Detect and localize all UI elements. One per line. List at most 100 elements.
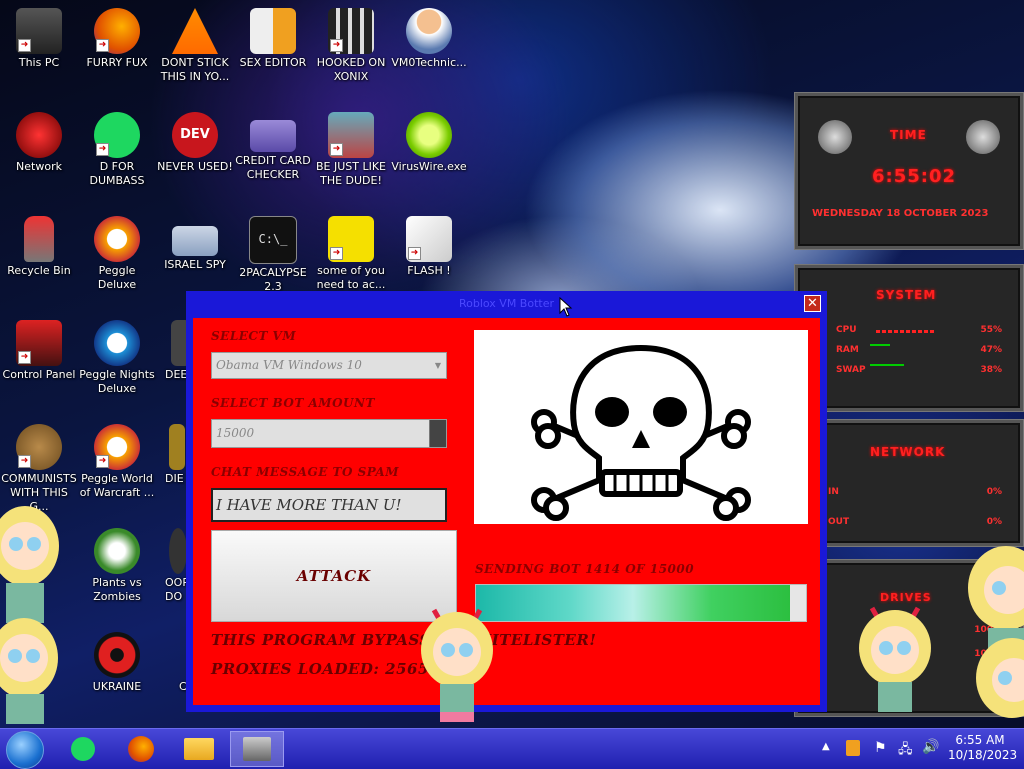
icon-label: FLASH !	[407, 264, 451, 277]
peggle-nights-icon	[94, 320, 140, 366]
desktop-icon-sex-editor[interactable]: SEX EDITOR	[235, 8, 311, 70]
icon-label: NEVER USED!	[157, 160, 233, 173]
network-panel: NETWORK IN 0% OUT 0%	[795, 420, 1023, 546]
desktop-icon-never-used[interactable]: DEV NEVER USED!	[157, 112, 233, 174]
start-button[interactable]	[6, 731, 44, 769]
desktop-icon-die[interactable]: DIE	[157, 424, 187, 486]
icon-label: Peggle World of Warcraft ...	[79, 472, 155, 499]
chat-message-label: CHAT MESSAGE TO SPAM	[211, 465, 400, 479]
icon-label: ISRAEL SPY	[164, 258, 226, 271]
desktop-icon-peggle-wow[interactable]: ➜ Peggle World of Warcraft ...	[79, 424, 155, 500]
ram-label: RAM	[836, 345, 859, 355]
swap-bar	[870, 364, 904, 366]
cpu-label: CPU	[836, 325, 857, 335]
vlc-cone-icon	[172, 8, 218, 54]
stepper-arrows-icon[interactable]	[429, 420, 446, 447]
icon-label: Plants vs Zombies	[92, 576, 142, 603]
chevron-up-icon[interactable]: ▲	[822, 741, 830, 752]
attack-button-label: ATTACK	[296, 567, 372, 585]
chat-message-value: I HAVE MORE THAN U!	[216, 496, 402, 514]
desktop-icon-control-panel[interactable]: ➜ Control Panel	[1, 320, 77, 382]
network-title: NETWORK	[870, 445, 946, 459]
desktop-icon-vm0technic[interactable]: VM0Technic...	[391, 8, 467, 70]
flag-icon[interactable]: ⚑	[874, 740, 887, 756]
window-title[interactable]: Roblox VM Botter	[186, 293, 827, 315]
desktop-icon-dont-stick[interactable]: DONT STICK THIS IN YO...	[157, 8, 233, 84]
cartoon-girl-sticker-left-top	[0, 506, 59, 623]
clock-date: 10/18/2023	[948, 748, 1018, 762]
icon-label: Peggle Deluxe	[97, 264, 137, 291]
taskbar-active-app[interactable]	[230, 731, 284, 767]
desktop-icon-peggle-nights[interactable]: Peggle Nights Deluxe	[79, 320, 155, 396]
clock-time: 6:55 AM	[955, 733, 1005, 747]
icon-label: BE JUST LIKE THE DUDE!	[315, 160, 387, 187]
close-button[interactable]: ✕	[804, 295, 821, 312]
spotify-icon: ➜	[94, 112, 140, 158]
desktop-icon-peggle-deluxe[interactable]: Peggle Deluxe	[79, 216, 155, 292]
taskbar-file-explorer[interactable]	[176, 731, 222, 767]
vm-select[interactable]: Obama VM Windows 10 ▼	[211, 352, 447, 379]
desktop-icon-israel-spy[interactable]: ISRAEL SPY	[157, 216, 233, 272]
spotify-icon	[71, 737, 95, 761]
taskbar-firefox[interactable]	[118, 731, 164, 767]
desktop-icon-viruswire[interactable]: VirusWire.exe	[391, 112, 467, 174]
system-title: SYSTEM	[876, 288, 937, 302]
tray-app-icon[interactable]	[846, 740, 860, 756]
desktop-icon-ukraine[interactable]: UKRAINE	[79, 632, 155, 694]
desktop-icon-plants-vs-zombies[interactable]: Plants vs Zombies	[79, 528, 155, 604]
icon-label: OOP DO	[165, 576, 187, 603]
desktop-icon-network[interactable]: Network	[1, 112, 77, 174]
oop-icon	[169, 528, 187, 574]
ram-bar	[870, 344, 890, 346]
network-tray-icon[interactable]: 🖧	[898, 740, 913, 762]
desktop-icon-some-of-you[interactable]: ➜ some of you need to ac...	[313, 216, 389, 292]
chat-message-input[interactable]: I HAVE MORE THAN U!	[211, 488, 447, 522]
xonix-icon: ➜	[328, 8, 374, 54]
date-value: WEDNESDAY 18 OCTOBER 2023	[812, 208, 989, 219]
dude-icon: ➜	[328, 112, 374, 158]
desktop-icon-recycle-bin[interactable]: Recycle Bin	[1, 216, 77, 278]
cpu-value: 55%	[980, 325, 1002, 335]
desktop-icon-2pacalypse[interactable]: C:\_ 2PACALYPSE 2.3	[235, 216, 311, 294]
desktop-icon-flash[interactable]: ➜ FLASH !	[391, 216, 467, 278]
swap-value: 38%	[980, 365, 1002, 375]
desktop-icon-c[interactable]: C	[157, 632, 187, 694]
icon-label: FURRY FUX	[86, 56, 148, 69]
app-icon	[243, 737, 271, 761]
network-out-value: 0%	[986, 517, 1002, 527]
desktop-icon-be-just-like-the-dude[interactable]: ➜ BE JUST LIKE THE DUDE!	[313, 112, 389, 188]
flash-icon: ➜	[406, 216, 452, 262]
icon-label: CREDIT CARD CHECKER	[235, 154, 311, 181]
icon-label: C	[179, 680, 187, 693]
desktop-icon-credit-card-checker[interactable]: CREDIT CARD CHECKER	[235, 112, 311, 182]
desktop-icon-furry-fux[interactable]: ➜ FURRY FUX	[79, 8, 155, 70]
bot-amount-stepper[interactable]: 15000	[211, 419, 447, 448]
doctor-icon	[406, 8, 452, 54]
icon-label: D FOR DUMBASS	[89, 160, 145, 187]
icon-label: Peggle Nights Deluxe	[79, 368, 155, 395]
chevron-down-icon: ▼	[434, 361, 441, 370]
desktop-icon-oop[interactable]: OOP DO	[157, 528, 187, 604]
hxd-icon	[250, 8, 296, 54]
proxies-text: PROXIES LOADED: 2565	[211, 660, 429, 678]
taskbar-spotify[interactable]	[60, 731, 106, 767]
desktop-icon-d-for-dumbass[interactable]: ➜ D FOR DUMBASS	[79, 112, 155, 188]
network-in-label: IN	[828, 487, 839, 497]
progress-fill	[476, 585, 790, 621]
recycle-bin-icon	[24, 216, 54, 262]
icon-label: Network	[16, 160, 62, 173]
peggle-wow-icon: ➜	[94, 424, 140, 470]
skull-image	[474, 330, 808, 524]
desktop-icon-hooked-on-xonix[interactable]: ➜ HOOKED ON XONIX	[313, 8, 389, 84]
time-panel: TIME 6:55:02 WEDNESDAY 18 OCTOBER 2023	[795, 93, 1023, 249]
bot-amount-label: SELECT BOT AMOUNT	[211, 396, 375, 410]
limewire-icon	[406, 112, 452, 158]
cpu-bar	[876, 330, 936, 333]
terminal-icon: C:\_	[249, 216, 297, 264]
icon-label: UKRAINE	[92, 680, 142, 693]
speaker-icon[interactable]: 🔊	[922, 739, 939, 755]
this-pc-icon: ➜	[16, 8, 62, 54]
icon-label: Recycle Bin	[7, 264, 71, 277]
taskbar-clock[interactable]: 6:55 AM 10/18/2023	[948, 733, 1018, 763]
desktop-icon-this-pc[interactable]: ➜ This PC	[1, 8, 77, 70]
